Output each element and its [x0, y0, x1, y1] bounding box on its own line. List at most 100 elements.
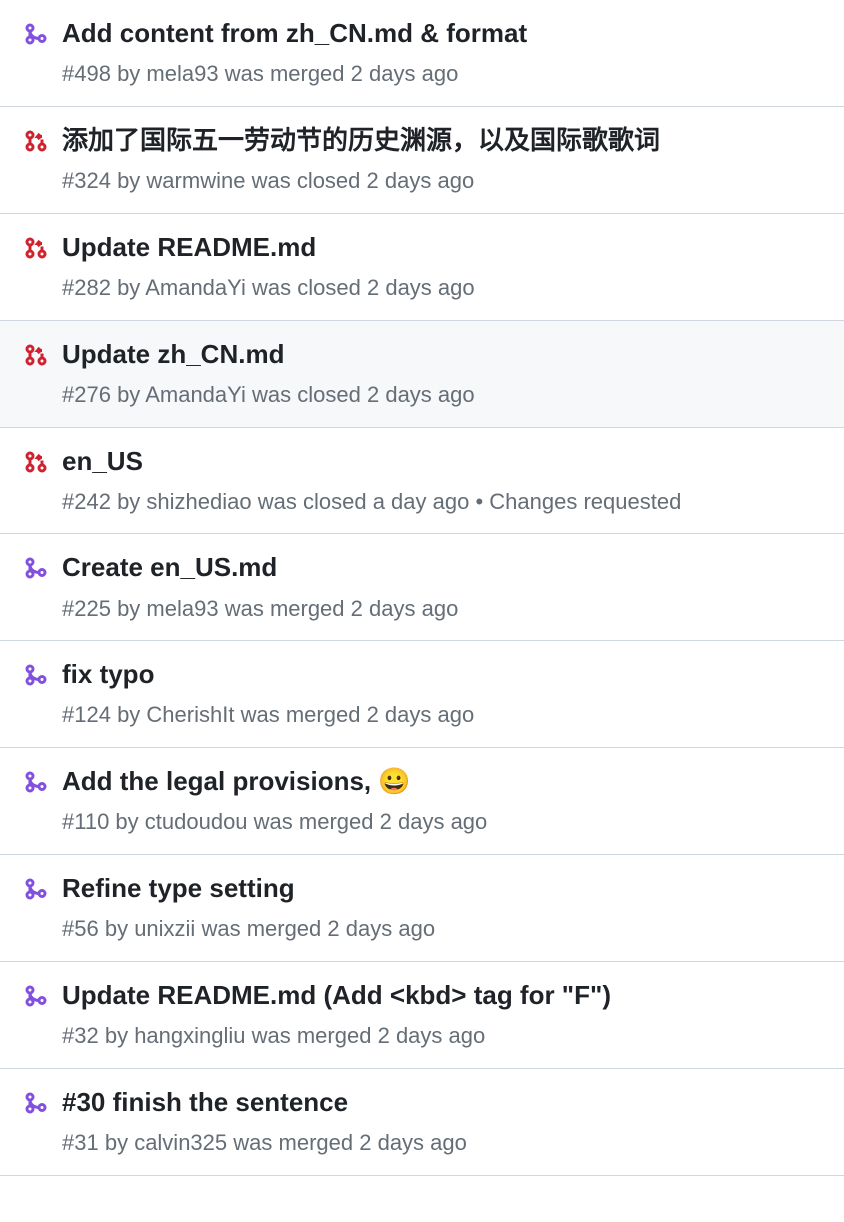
- pr-action: was merged: [254, 809, 374, 834]
- pull-request-meta: #124 by CherishIt was merged 2 days ago: [62, 700, 828, 731]
- git-merge-icon: [24, 770, 48, 794]
- pull-request-title[interactable]: Add content from zh_CN.md & format: [62, 16, 828, 51]
- pull-request-item[interactable]: Update README.md #282 by AmandaYi was clo…: [0, 214, 844, 321]
- git-merge-icon: [24, 877, 48, 901]
- pr-time: 2 days ago: [351, 596, 459, 621]
- pull-request-item[interactable]: en_US #242 by shizhediao was closed a day…: [0, 428, 844, 535]
- pr-number[interactable]: #31: [62, 1130, 99, 1155]
- pr-time: 2 days ago: [327, 916, 435, 941]
- pull-request-content: fix typo #124 by CherishIt was merged 2 d…: [62, 657, 828, 731]
- pr-author[interactable]: warmwine: [146, 168, 245, 193]
- git-pull-request-closed-icon: [24, 236, 48, 260]
- pr-time: 2 days ago: [367, 168, 475, 193]
- pull-request-content: #30 finish the sentence #31 by calvin325 …: [62, 1085, 828, 1159]
- pull-request-item[interactable]: fix typo #124 by CherishIt was merged 2 d…: [0, 641, 844, 748]
- pr-author[interactable]: mela93: [146, 61, 218, 86]
- pr-time: 2 days ago: [359, 1130, 467, 1155]
- pr-number[interactable]: #324: [62, 168, 111, 193]
- pr-number[interactable]: #498: [62, 61, 111, 86]
- pr-action: was merged: [225, 596, 345, 621]
- pull-request-item[interactable]: #30 finish the sentence #31 by calvin325 …: [0, 1069, 844, 1176]
- pull-request-title[interactable]: Update README.md: [62, 230, 828, 265]
- pr-author[interactable]: AmandaYi: [145, 275, 246, 300]
- pr-time: 2 days ago: [378, 1023, 486, 1048]
- pr-number[interactable]: #225: [62, 596, 111, 621]
- pr-action: was closed: [252, 168, 361, 193]
- pr-time: 2 days ago: [367, 275, 475, 300]
- pr-time: 2 days ago: [380, 809, 488, 834]
- git-merge-icon: [24, 1091, 48, 1115]
- git-merge-icon: [24, 556, 48, 580]
- pull-request-meta: #324 by warmwine was closed 2 days ago: [62, 166, 828, 197]
- pr-number[interactable]: #242: [62, 489, 111, 514]
- pull-request-item[interactable]: Update README.md (Add <kbd> tag for "F")…: [0, 962, 844, 1069]
- pull-request-content: 添加了国际五一劳动节的历史渊源，以及国际歌歌词 #324 by warmwine …: [62, 123, 828, 197]
- pull-request-title[interactable]: Refine type setting: [62, 871, 828, 906]
- pull-request-item[interactable]: 添加了国际五一劳动节的历史渊源，以及国际歌歌词 #324 by warmwine …: [0, 107, 844, 214]
- git-merge-icon: [24, 984, 48, 1008]
- pr-number[interactable]: #110: [62, 809, 109, 834]
- pr-number[interactable]: #32: [62, 1023, 99, 1048]
- pull-request-title[interactable]: #30 finish the sentence: [62, 1085, 828, 1120]
- pull-request-content: Update README.md (Add <kbd> tag for "F")…: [62, 978, 828, 1052]
- pull-request-meta: #498 by mela93 was merged 2 days ago: [62, 59, 828, 90]
- pull-request-content: Add content from zh_CN.md & format #498 b…: [62, 16, 828, 90]
- pull-request-meta: #31 by calvin325 was merged 2 days ago: [62, 1128, 828, 1159]
- git-pull-request-closed-icon: [24, 450, 48, 474]
- pr-time: a day ago: [373, 489, 470, 514]
- pull-request-title[interactable]: 添加了国际五一劳动节的历史渊源，以及国际歌歌词: [62, 123, 828, 158]
- pr-action: was merged: [233, 1130, 353, 1155]
- pr-time: 2 days ago: [367, 702, 475, 727]
- pull-request-item[interactable]: Update zh_CN.md #276 by AmandaYi was clos…: [0, 321, 844, 428]
- pull-request-title[interactable]: Create en_US.md: [62, 550, 828, 585]
- pull-request-title[interactable]: Update README.md (Add <kbd> tag for "F"): [62, 978, 828, 1013]
- pr-number[interactable]: #276: [62, 382, 111, 407]
- pull-request-meta: #56 by unixzii was merged 2 days ago: [62, 914, 828, 945]
- pr-action: was closed: [252, 382, 361, 407]
- pull-request-content: Update zh_CN.md #276 by AmandaYi was clos…: [62, 337, 828, 411]
- pull-request-item[interactable]: Add content from zh_CN.md & format #498 b…: [0, 0, 844, 107]
- pr-author[interactable]: unixzii: [134, 916, 195, 941]
- pr-author[interactable]: shizhediao: [146, 489, 251, 514]
- pull-request-item[interactable]: Add the legal provisions, 😀 #110 by ctudo…: [0, 748, 844, 855]
- pr-action: was merged: [241, 702, 361, 727]
- pull-request-list: Add content from zh_CN.md & format #498 b…: [0, 0, 844, 1176]
- git-pull-request-closed-icon: [24, 129, 48, 153]
- pr-author[interactable]: AmandaYi: [145, 382, 246, 407]
- pr-extra: • Changes requested: [469, 489, 681, 514]
- pr-action: was merged: [201, 916, 321, 941]
- pr-author[interactable]: calvin325: [134, 1130, 227, 1155]
- pull-request-title[interactable]: en_US: [62, 444, 828, 479]
- pr-action: was closed: [252, 275, 361, 300]
- pr-time: 2 days ago: [351, 61, 459, 86]
- git-merge-icon: [24, 22, 48, 46]
- pull-request-item[interactable]: Create en_US.md #225 by mela93 was merged…: [0, 534, 844, 641]
- pr-time: 2 days ago: [367, 382, 475, 407]
- pull-request-item[interactable]: Refine type setting #56 by unixzii was me…: [0, 855, 844, 962]
- pull-request-content: Create en_US.md #225 by mela93 was merged…: [62, 550, 828, 624]
- git-merge-icon: [24, 663, 48, 687]
- pull-request-meta: #32 by hangxingliu was merged 2 days ago: [62, 1021, 828, 1052]
- pull-request-meta: #276 by AmandaYi was closed 2 days ago: [62, 380, 828, 411]
- pull-request-content: Add the legal provisions, 😀 #110 by ctudo…: [62, 764, 828, 838]
- pr-author[interactable]: CherishIt: [146, 702, 234, 727]
- pull-request-title[interactable]: fix typo: [62, 657, 828, 692]
- pull-request-meta: #282 by AmandaYi was closed 2 days ago: [62, 273, 828, 304]
- pr-number[interactable]: #282: [62, 275, 111, 300]
- pull-request-title[interactable]: Add the legal provisions, 😀: [62, 764, 828, 799]
- pr-author[interactable]: mela93: [146, 596, 218, 621]
- pull-request-title[interactable]: Update zh_CN.md: [62, 337, 828, 372]
- pr-author[interactable]: ctudoudou: [145, 809, 248, 834]
- pr-action: was merged: [225, 61, 345, 86]
- pr-action: was merged: [252, 1023, 372, 1048]
- pr-number[interactable]: #56: [62, 916, 99, 941]
- pull-request-content: Update README.md #282 by AmandaYi was clo…: [62, 230, 828, 304]
- pull-request-meta: #242 by shizhediao was closed a day ago …: [62, 487, 828, 518]
- pull-request-meta: #225 by mela93 was merged 2 days ago: [62, 594, 828, 625]
- git-pull-request-closed-icon: [24, 343, 48, 367]
- pull-request-content: en_US #242 by shizhediao was closed a day…: [62, 444, 828, 518]
- pr-author[interactable]: hangxingliu: [134, 1023, 245, 1048]
- pull-request-meta: #110 by ctudoudou was merged 2 days ago: [62, 807, 828, 838]
- pr-action: was closed: [258, 489, 367, 514]
- pr-number[interactable]: #124: [62, 702, 111, 727]
